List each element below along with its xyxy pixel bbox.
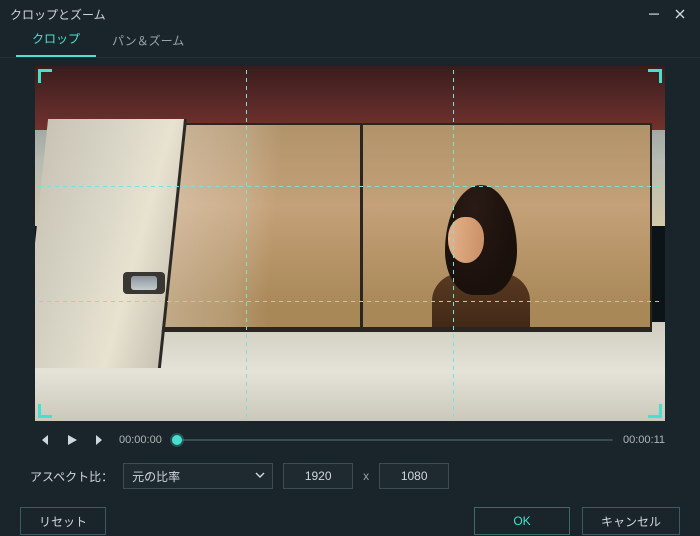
chevron-down-icon bbox=[254, 469, 266, 484]
aspect-ratio-value: 元の比率 bbox=[132, 468, 180, 485]
aspect-row: アスペクト比： 元の比率 1920 x 1080 bbox=[0, 449, 700, 489]
total-time: 00:00:11 bbox=[623, 434, 665, 446]
crop-overlay[interactable] bbox=[39, 70, 661, 417]
grid-line bbox=[453, 70, 454, 417]
window-title: クロップとズーム bbox=[10, 6, 638, 23]
aspect-label: アスペクト比： bbox=[30, 468, 113, 485]
width-value: 1920 bbox=[305, 469, 332, 483]
reset-button[interactable]: リセット bbox=[20, 507, 106, 535]
play-button[interactable] bbox=[63, 431, 81, 449]
crop-handle-top-left[interactable] bbox=[38, 69, 54, 85]
timeline-slider[interactable] bbox=[172, 432, 613, 448]
grid-line bbox=[39, 186, 661, 187]
width-field[interactable]: 1920 bbox=[283, 463, 353, 489]
tab-crop[interactable]: クロップ bbox=[16, 24, 96, 57]
footer: リセット OK キャンセル bbox=[0, 489, 700, 535]
cancel-button[interactable]: キャンセル bbox=[582, 507, 680, 535]
video-preview[interactable] bbox=[35, 66, 665, 421]
title-bar: クロップとズーム bbox=[0, 0, 700, 28]
timeline-thumb[interactable] bbox=[172, 435, 182, 445]
next-frame-button[interactable] bbox=[91, 431, 109, 449]
prev-frame-button[interactable] bbox=[35, 431, 53, 449]
tabs: クロップ パン＆ズーム bbox=[0, 28, 700, 58]
crop-handle-top-right[interactable] bbox=[646, 69, 662, 85]
minimize-button[interactable] bbox=[644, 4, 664, 24]
close-button[interactable] bbox=[670, 4, 690, 24]
playback-bar: 00:00:00 00:00:11 bbox=[0, 425, 700, 449]
crop-handle-bottom-right[interactable] bbox=[646, 402, 662, 418]
aspect-ratio-select[interactable]: 元の比率 bbox=[123, 463, 273, 489]
height-field[interactable]: 1080 bbox=[379, 463, 449, 489]
dimension-separator: x bbox=[363, 469, 369, 483]
height-value: 1080 bbox=[401, 469, 428, 483]
ok-button[interactable]: OK bbox=[474, 507, 570, 535]
crop-handle-bottom-left[interactable] bbox=[38, 402, 54, 418]
preview-area bbox=[0, 58, 700, 425]
grid-line bbox=[39, 301, 661, 302]
timeline-track bbox=[172, 439, 613, 441]
grid-line bbox=[246, 70, 247, 417]
tab-pan-zoom[interactable]: パン＆ズーム bbox=[96, 26, 200, 57]
current-time: 00:00:00 bbox=[119, 434, 162, 446]
